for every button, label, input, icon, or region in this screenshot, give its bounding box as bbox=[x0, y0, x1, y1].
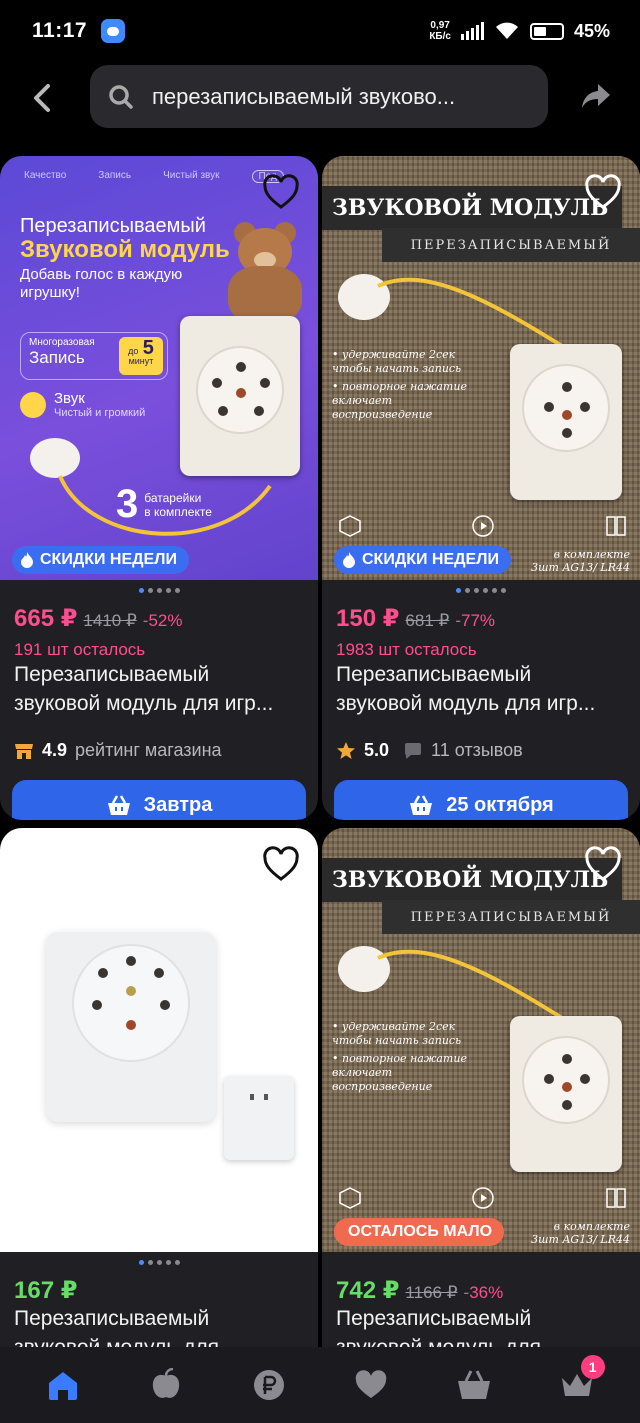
favorite-heart-icon[interactable] bbox=[262, 174, 300, 210]
cart-icon bbox=[107, 794, 130, 815]
ruble-icon bbox=[253, 1370, 284, 1400]
flame-icon bbox=[21, 552, 33, 568]
price-row: 742 ₽ 1166 ₽ -36% bbox=[336, 1276, 503, 1305]
back-button[interactable] bbox=[20, 78, 64, 118]
nav-home[interactable] bbox=[33, 1355, 93, 1415]
shop-rating: 4.9 рейтинг магазина bbox=[14, 740, 222, 761]
cart-count-badge: 1 bbox=[580, 1355, 605, 1379]
feature-icons bbox=[338, 1186, 628, 1210]
price: 665 ₽ bbox=[14, 605, 78, 632]
battery-icon bbox=[529, 22, 564, 40]
old-price: 1166 ₽ bbox=[405, 1283, 458, 1302]
delivery-cart-button[interactable]: Завтра bbox=[12, 780, 306, 820]
price: 150 ₽ bbox=[336, 605, 400, 632]
discount: -52% bbox=[142, 611, 183, 630]
favorite-heart-icon[interactable] bbox=[262, 846, 300, 882]
nav-finance[interactable] bbox=[239, 1355, 299, 1415]
usage-notes: • удерживайте 2сек чтобы начать запись •… bbox=[332, 1020, 467, 1093]
product-title[interactable]: Перезаписываемый звуковой модуль для... bbox=[336, 1304, 630, 1347]
nav-fresh[interactable] bbox=[136, 1355, 196, 1415]
status-time: 11:17 bbox=[32, 19, 88, 42]
signal-icon bbox=[460, 22, 484, 40]
sound-module-photo bbox=[180, 316, 300, 476]
old-price: 681 ₽ bbox=[405, 611, 450, 630]
stock-left: 191 шт осталось bbox=[14, 640, 146, 659]
old-price: 1410 ₽ bbox=[83, 611, 137, 630]
product-card[interactable]: Качество Запись Чистый звук Под Перезапи… bbox=[0, 156, 318, 820]
shop-icon bbox=[15, 743, 33, 759]
star-icon bbox=[337, 741, 355, 759]
price: 742 ₽ bbox=[336, 1277, 400, 1304]
share-icon bbox=[582, 84, 610, 108]
product-title[interactable]: Перезаписываемый звуковой модуль для игр… bbox=[14, 660, 308, 718]
cube-icon bbox=[339, 515, 361, 537]
low-stock-badge: ОСТАЛОСЬ МАЛО bbox=[334, 1218, 505, 1246]
product-title[interactable]: Перезаписываемый звуковой модуль для... bbox=[14, 1304, 308, 1347]
sound-module-photo bbox=[46, 932, 216, 1122]
product-image[interactable]: ЗВУКОВОЙ МОДУЛЬ ПЕРЕЗАПИСЫВАЕМЫЙ • удерж… bbox=[322, 828, 640, 1252]
wifi-icon bbox=[495, 22, 518, 39]
battery-pack-icon bbox=[606, 516, 626, 536]
flame-icon bbox=[343, 552, 355, 568]
product-card[interactable]: 167 ₽ Перезаписываемый звуковой модуль д… bbox=[0, 828, 318, 1347]
comment-icon bbox=[405, 742, 422, 759]
image-pager-dots bbox=[322, 588, 640, 593]
favorite-heart-icon[interactable] bbox=[584, 174, 622, 210]
product-rating: 5.0 11 отзывов bbox=[336, 740, 523, 761]
search-field[interactable]: перезаписываемый звуково... bbox=[90, 65, 548, 128]
share-button[interactable] bbox=[574, 76, 618, 116]
cube-icon bbox=[339, 1187, 361, 1209]
cart-icon bbox=[410, 794, 433, 815]
product-title[interactable]: Перезаписываемый звуковой модуль для игр… bbox=[336, 660, 630, 718]
kit-note: в комплекте 3шт AG13/ LR44 bbox=[531, 548, 630, 574]
sound-module-photo bbox=[510, 344, 622, 500]
product-image[interactable]: ЗВУКОВОЙ МОДУЛЬ ПЕРЕЗАПИСЫВАЕМЫЙ • удерж… bbox=[322, 156, 640, 580]
product-image[interactable]: Качество Запись Чистый звук Под Перезапи… bbox=[0, 156, 318, 580]
cart-icon bbox=[457, 1370, 490, 1399]
kit-note: в комплекте 3шт AG13/ LR44 bbox=[531, 1220, 630, 1246]
stock-left: 1983 шт осталось bbox=[336, 640, 477, 659]
price: 167 ₽ bbox=[14, 1277, 78, 1304]
feature-icons bbox=[338, 514, 628, 538]
home-icon bbox=[49, 1372, 78, 1400]
fruit-icon bbox=[152, 1368, 180, 1398]
product-card[interactable]: ЗВУКОВОЙ МОДУЛЬ ПЕРЕЗАПИСЫВАЕМЫЙ • удерж… bbox=[322, 156, 640, 820]
price-row: 665 ₽ 1410 ₽ -52% bbox=[14, 604, 182, 633]
sound-module-photo bbox=[510, 1016, 622, 1172]
battery-info: 3 батарейки в комплекте bbox=[116, 482, 212, 526]
heart-icon bbox=[356, 1370, 387, 1398]
play-icon bbox=[472, 515, 494, 537]
usage-notes: • удерживайте 2сек чтобы начать запись •… bbox=[332, 348, 467, 421]
search-header: перезаписываемый звуково... bbox=[0, 62, 640, 132]
network-speed: 0,97 КБ/с bbox=[429, 20, 451, 42]
play-icon bbox=[472, 1187, 494, 1209]
nav-favorites[interactable] bbox=[341, 1355, 401, 1415]
search-icon bbox=[109, 84, 133, 109]
battery-pack-icon bbox=[606, 1188, 626, 1208]
product-image[interactable] bbox=[0, 828, 318, 1252]
battery-percent: 45% bbox=[573, 20, 610, 41]
button-photo bbox=[224, 1076, 294, 1160]
discount: -77% bbox=[455, 611, 496, 630]
weekly-discount-badge: СКИДКИ НЕДЕЛИ bbox=[12, 546, 189, 574]
nav-profile[interactable]: 1 bbox=[547, 1355, 607, 1415]
status-icons: 0,97 КБ/с 45% bbox=[429, 20, 610, 42]
status-bar: 11:17 0,97 КБ/с 45% bbox=[0, 0, 640, 62]
chevron-left-icon bbox=[34, 84, 50, 112]
bottom-navigation: 1 bbox=[0, 1347, 640, 1423]
search-query[interactable]: перезаписываемый звуково... bbox=[152, 84, 524, 110]
image-pager-dots bbox=[0, 1260, 318, 1265]
discount: -36% bbox=[463, 1283, 504, 1302]
delivery-cart-button[interactable]: 25 октября bbox=[334, 780, 628, 820]
nav-cart[interactable] bbox=[444, 1355, 504, 1415]
favorite-heart-icon[interactable] bbox=[584, 846, 622, 882]
chat-notification-icon bbox=[101, 19, 126, 43]
weekly-discount-badge: СКИДКИ НЕДЕЛИ bbox=[334, 546, 511, 574]
product-feed[interactable]: Качество Запись Чистый звук Под Перезапи… bbox=[0, 132, 640, 1347]
image-pager-dots bbox=[0, 588, 318, 593]
price-row: 150 ₽ 681 ₽ -77% bbox=[336, 604, 495, 633]
price-row: 167 ₽ bbox=[14, 1276, 77, 1305]
product-card[interactable]: ЗВУКОВОЙ МОДУЛЬ ПЕРЕЗАПИСЫВАЕМЫЙ • удерж… bbox=[322, 828, 640, 1347]
